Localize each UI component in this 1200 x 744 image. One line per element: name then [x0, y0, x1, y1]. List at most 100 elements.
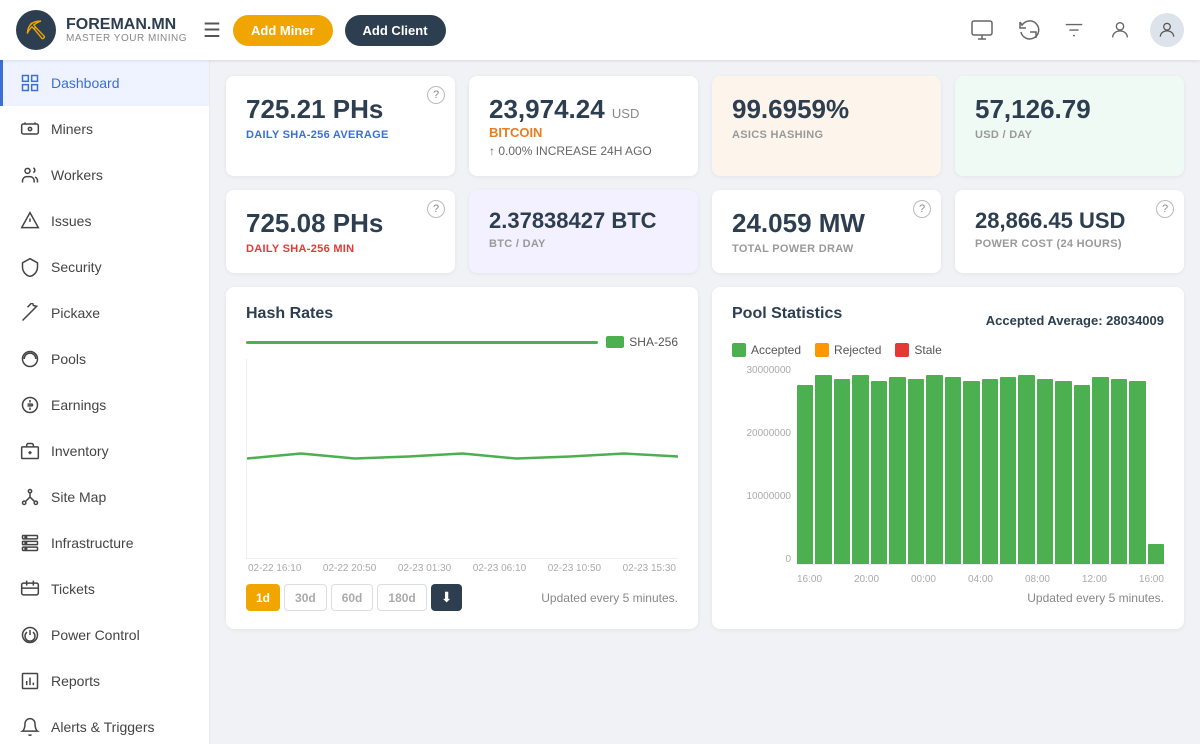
stats-grid-bottom: ? 725.08 PHs DAILY SHA-256 MIN 2.3783842… — [226, 190, 1184, 273]
sidebar-label-powercontrol: Power Control — [51, 627, 140, 643]
sidebar-item-inventory[interactable]: Inventory — [0, 428, 209, 474]
stat-card-powercost: ? 28,866.45 USD POWER COST (24 HOURS) — [955, 190, 1184, 273]
bitcoin-increase: ↑ 0.00% INCREASE 24H AGO — [489, 144, 678, 158]
stat-value-power: 24.059 MW — [732, 208, 921, 239]
hamburger-icon[interactable]: ☰ — [203, 18, 221, 43]
pool-stats-card: Pool Statistics Accepted Average: 280340… — [712, 287, 1184, 629]
sidebar-item-dashboard[interactable]: Dashboard — [0, 60, 209, 106]
bitcoin-label: BITCOIN — [489, 125, 678, 140]
sidebar-label-issues: Issues — [51, 213, 91, 229]
pool-title: Pool Statistics — [732, 305, 842, 323]
monitor-icon[interactable] — [966, 14, 998, 46]
stat-card-usdday: 57,126.79 USD / Day — [955, 76, 1184, 176]
sidebar-label-sitemap: Site Map — [51, 489, 106, 505]
sidebar-item-earnings[interactable]: Earnings — [0, 382, 209, 428]
stat-card-bitcoin: 23,974.24 USD BITCOIN ↑ 0.00% INCREASE 2… — [469, 76, 698, 176]
sidebar-item-sitemap[interactable]: Site Map — [0, 474, 209, 520]
filter-icon[interactable] — [1058, 14, 1090, 46]
sidebar-label-dashboard: Dashboard — [51, 75, 120, 91]
refresh-icon[interactable] — [1012, 14, 1044, 46]
security-icon — [19, 256, 41, 278]
hashrate-footer: 1d 30d 60d 180d ⬇ Updated every 5 minute… — [246, 584, 678, 611]
person-icon[interactable] — [1104, 14, 1136, 46]
hashrate-legend-label: SHA-256 — [629, 335, 678, 349]
stat-card-btcday: 2.37838427 BTC BTC / Day — [469, 190, 698, 273]
sitemap-icon — [19, 486, 41, 508]
sidebar: Dashboard Miners Workers Issues Security — [0, 60, 210, 744]
miners-icon — [19, 118, 41, 140]
add-client-button[interactable]: Add Client — [345, 15, 446, 46]
time-btn-1d[interactable]: 1d — [246, 584, 280, 611]
time-btn-30d[interactable]: 30d — [284, 584, 327, 611]
brand-sub: MASTER YOUR MINING — [66, 33, 187, 44]
earnings-icon — [19, 394, 41, 416]
stat-card-power: ? 24.059 MW TOTAL POWER DRAW — [712, 190, 941, 273]
pool-legend: Accepted Rejected Stale — [732, 343, 1164, 357]
brand-name: FOREMAN.MN — [66, 16, 187, 34]
main-content: ? 725.21 PHs DAILY SHA-256 AVERAGE 23,97… — [210, 60, 1200, 744]
sidebar-label-tickets: Tickets — [51, 581, 95, 597]
stat-card-sha256min: ? 725.08 PHs DAILY SHA-256 MIN — [226, 190, 455, 273]
legend-accepted: Accepted — [732, 343, 801, 357]
time-buttons: 1d 30d 60d 180d ⬇ — [246, 584, 462, 611]
stat-value-btcday: 2.37838427 BTC — [489, 208, 678, 234]
sidebar-item-miners[interactable]: Miners — [0, 106, 209, 152]
logo-text: FOREMAN.MN MASTER YOUR MINING — [66, 16, 187, 45]
sidebar-item-tickets[interactable]: Tickets — [0, 566, 209, 612]
infrastructure-icon — [19, 532, 41, 554]
sidebar-item-infrastructure[interactable]: Infrastructure — [0, 520, 209, 566]
stat-value-asics: 99.6959% — [732, 94, 921, 125]
sidebar-label-pools: Pools — [51, 351, 86, 367]
reports-icon — [19, 670, 41, 692]
sidebar-item-security[interactable]: Security — [0, 244, 209, 290]
time-btn-60d[interactable]: 60d — [331, 584, 374, 611]
download-button[interactable]: ⬇ — [431, 584, 463, 611]
stat-label-usdday: USD / Day — [975, 129, 1164, 141]
user-avatar[interactable] — [1150, 13, 1184, 47]
stat-value-sha256avg: 725.21 PHs — [246, 94, 435, 125]
time-btn-180d[interactable]: 180d — [377, 584, 426, 611]
help-badge-7[interactable]: ? — [913, 200, 931, 218]
sidebar-item-pickaxe[interactable]: Pickaxe — [0, 290, 209, 336]
stat-value-powercost: 28,866.45 USD — [975, 208, 1164, 234]
issues-icon — [19, 210, 41, 232]
sidebar-item-pools[interactable]: Pools — [0, 336, 209, 382]
sidebar-label-pickaxe: Pickaxe — [51, 305, 100, 321]
help-badge-8[interactable]: ? — [1156, 200, 1174, 218]
topbar-right — [966, 13, 1184, 47]
help-badge-5[interactable]: ? — [427, 200, 445, 218]
stat-label-power: TOTAL POWER DRAW — [732, 243, 921, 255]
main-layout: Dashboard Miners Workers Issues Security — [0, 60, 1200, 744]
stat-label-sha256min: DAILY SHA-256 MIN — [246, 243, 435, 255]
pool-footer: Updated every 5 minutes. — [732, 591, 1164, 605]
sidebar-item-issues[interactable]: Issues — [0, 198, 209, 244]
sidebar-label-earnings: Earnings — [51, 397, 106, 413]
sidebar-item-powercontrol[interactable]: Power Control — [0, 612, 209, 658]
pools-icon — [19, 348, 41, 370]
sidebar-label-inventory: Inventory — [51, 443, 109, 459]
topbar: ⛏ FOREMAN.MN MASTER YOUR MINING ☰ Add Mi… — [0, 0, 1200, 60]
workers-icon — [19, 164, 41, 186]
add-miner-button[interactable]: Add Miner — [233, 15, 333, 46]
logo-icon: ⛏ — [16, 10, 56, 50]
legend-rejected: Rejected — [815, 343, 881, 357]
pool-accepted-avg: Accepted Average: 28034009 — [986, 313, 1164, 328]
sidebar-label-workers: Workers — [51, 167, 103, 183]
sidebar-label-miners: Miners — [51, 121, 93, 137]
help-badge-1[interactable]: ? — [427, 86, 445, 104]
stat-card-asics: 99.6959% ASICs Hashing — [712, 76, 941, 176]
stat-value-sha256min: 725.08 PHs — [246, 208, 435, 239]
alerts-icon — [19, 716, 41, 738]
sidebar-item-workers[interactable]: Workers — [0, 152, 209, 198]
legend-stale: Stale — [895, 343, 941, 357]
logo-area: ⛏ FOREMAN.MN MASTER YOUR MINING — [16, 10, 187, 50]
dashboard-icon — [19, 72, 41, 94]
hashrate-updated: Updated every 5 minutes. — [541, 591, 678, 605]
hashrate-title: Hash Rates — [246, 305, 678, 323]
stat-label-asics: ASICs Hashing — [732, 129, 921, 141]
hashrate-x-labels: 02-22 16:10 02-22 20:50 02-23 01:30 02-2… — [246, 563, 678, 574]
stat-label-powercost: POWER COST (24 HOURS) — [975, 238, 1164, 250]
sidebar-item-alerts[interactable]: Alerts & Triggers — [0, 704, 209, 744]
sidebar-item-reports[interactable]: Reports — [0, 658, 209, 704]
pickaxe-icon — [19, 302, 41, 324]
